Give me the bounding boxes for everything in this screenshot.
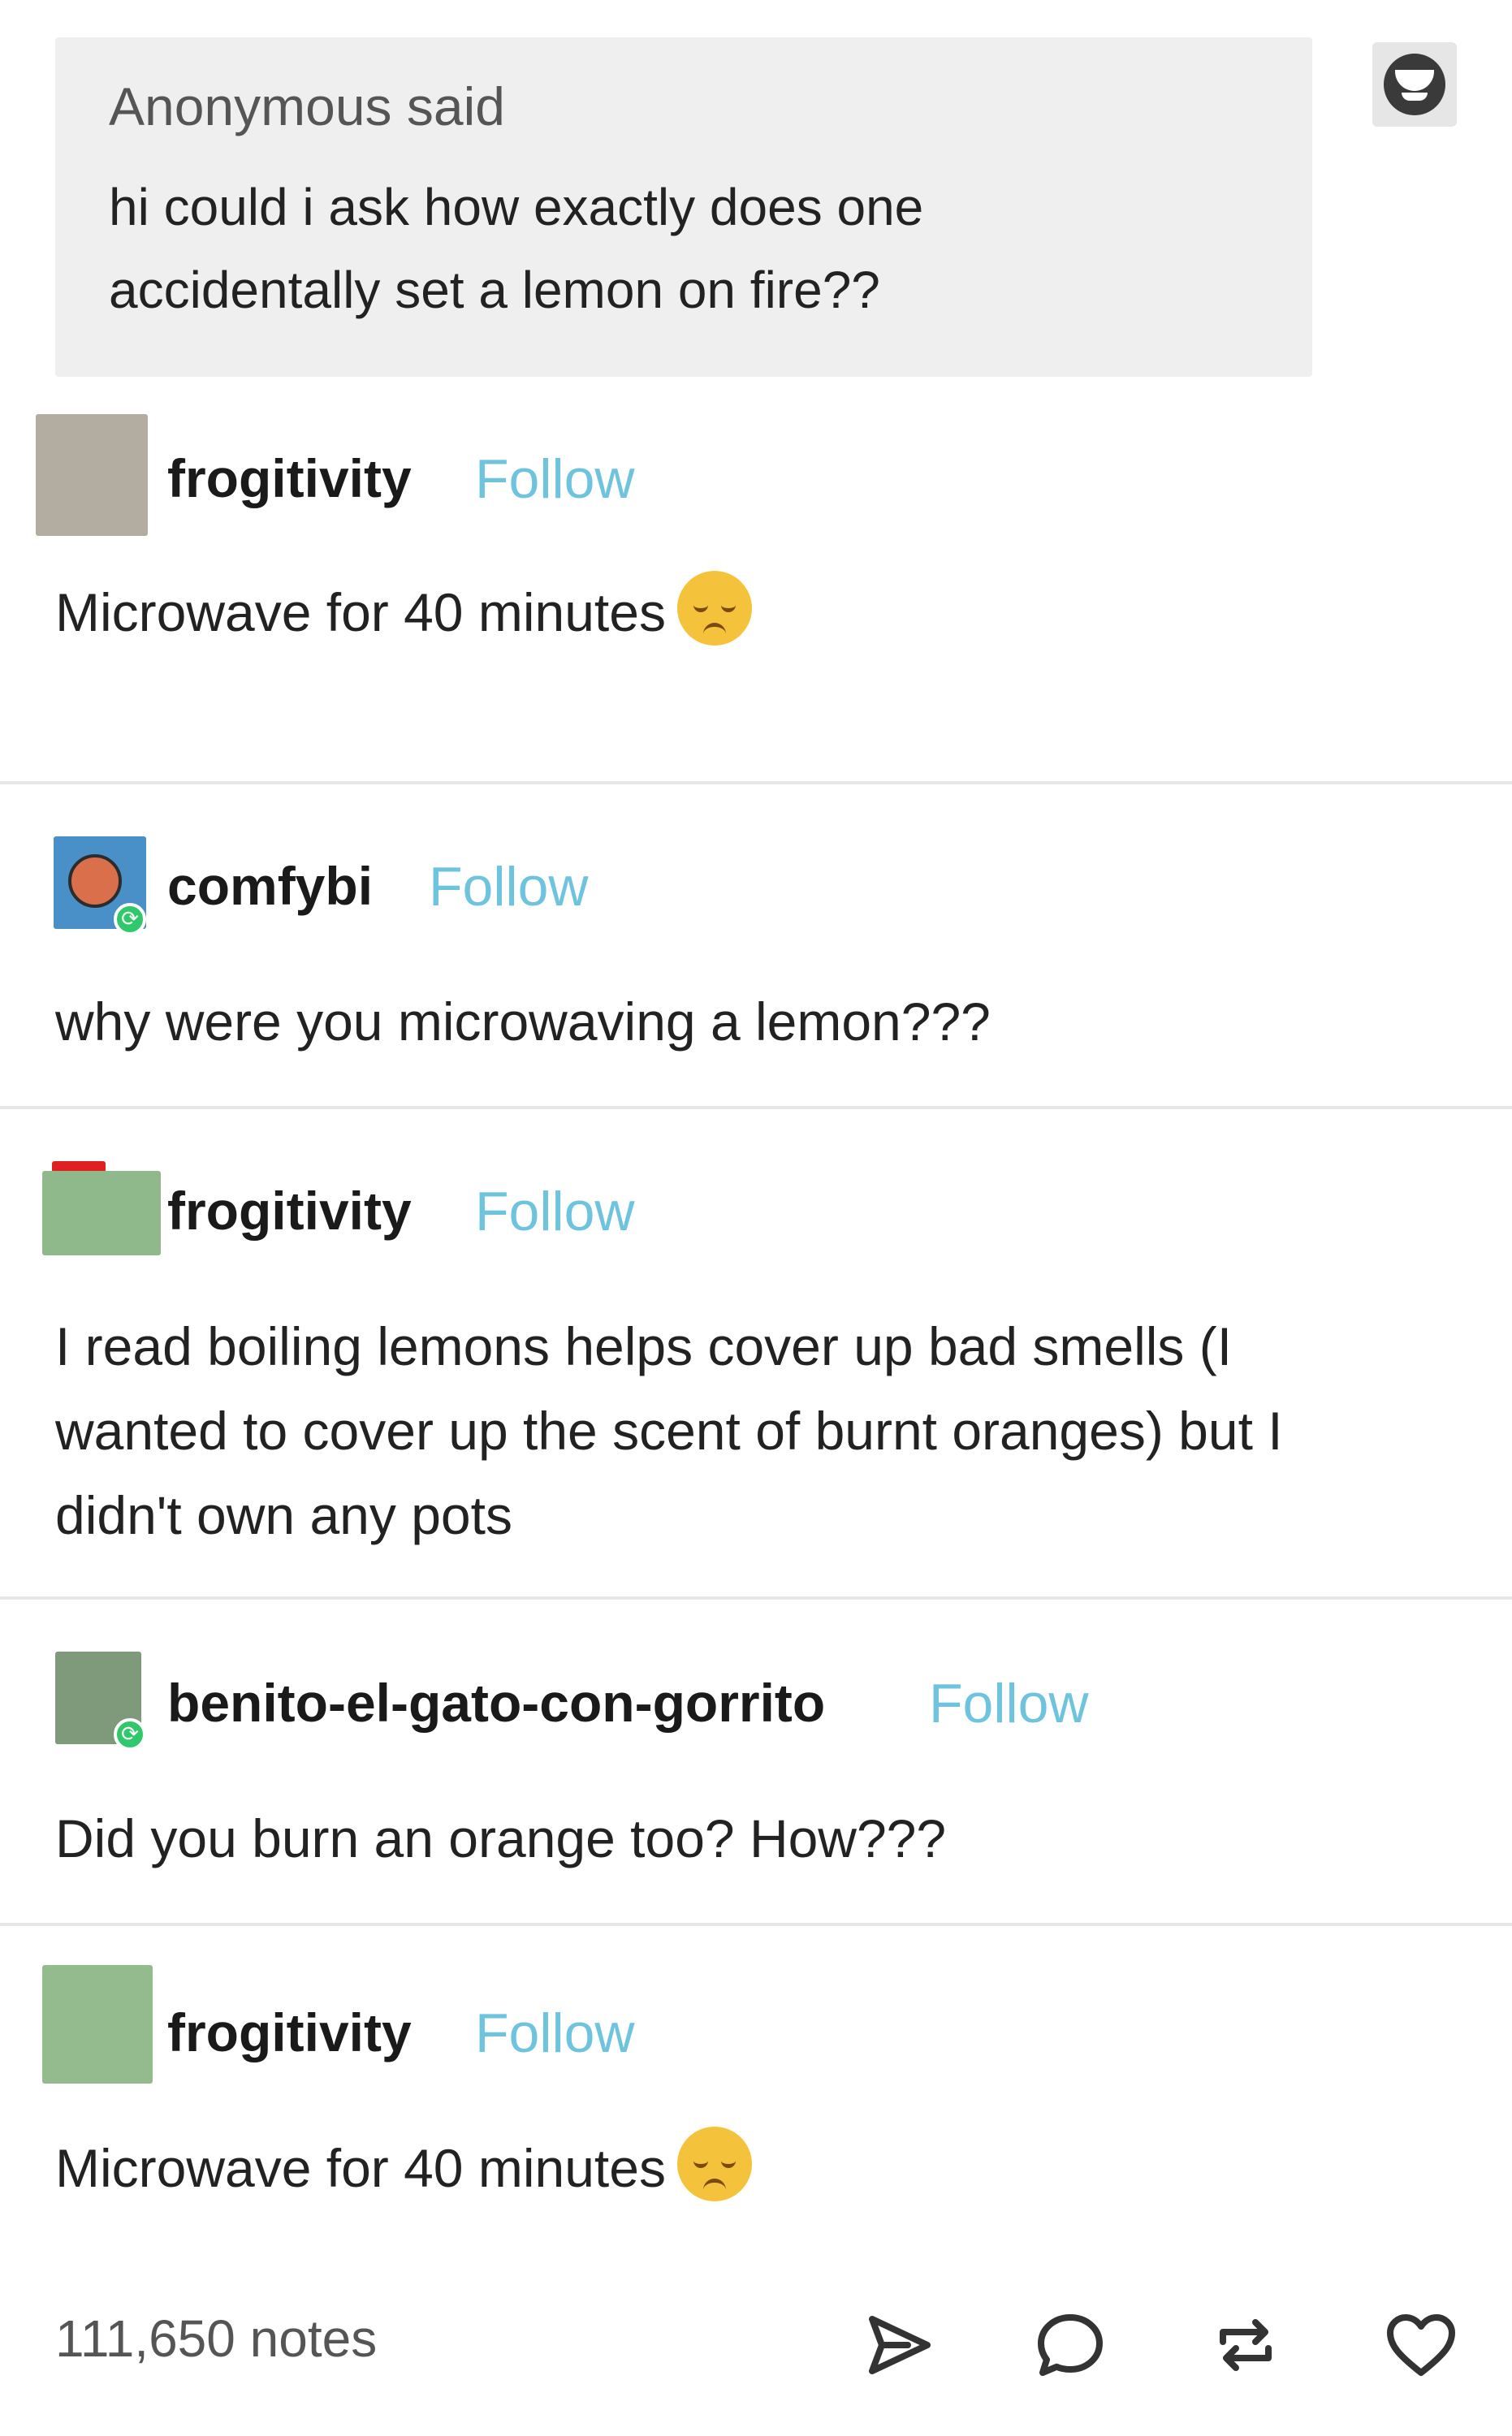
reblog-badge-icon — [114, 1718, 146, 1751]
reply-text-line: I read boiling lemons helps cover up bad… — [55, 1316, 1233, 1376]
reply-text: Microwave for 40 minutes — [55, 2126, 752, 2210]
follow-button[interactable]: Follow — [475, 2006, 635, 2061]
ask-box: Anonymous said hi could i ask how exactl… — [55, 37, 1312, 377]
username[interactable]: comfybi — [167, 859, 373, 913]
avatar-image — [68, 854, 122, 908]
follow-button[interactable]: Follow — [429, 859, 589, 914]
username[interactable]: benito-el-gato-con-gorrito — [167, 1676, 825, 1730]
ask-author: Anonymous — [109, 76, 392, 136]
username[interactable]: frogitivity — [167, 451, 412, 505]
ask-author-line: Anonymous said — [109, 80, 1312, 133]
reply-text: Microwave for 40 minutes — [55, 570, 752, 654]
avatar[interactable] — [42, 1965, 153, 2084]
ask-question-line: accidentally set a lemon on fire?? — [109, 261, 880, 319]
follow-button[interactable]: Follow — [475, 451, 635, 507]
follow-button[interactable]: Follow — [929, 1676, 1089, 1731]
like-icon[interactable] — [1382, 2306, 1460, 2384]
avatar[interactable] — [36, 414, 148, 536]
post-footer: 111,650 notes — [0, 2282, 1512, 2395]
reblog-badge-icon — [114, 903, 146, 935]
ask-said: said — [406, 76, 505, 136]
reply-text-line: why were you microwaving a lemon??? — [55, 991, 991, 1052]
divider — [0, 1596, 1512, 1600]
notes-count[interactable]: 111,650 notes — [55, 2313, 377, 2365]
reply-text-line: Microwave for 40 minutes — [55, 2138, 666, 2198]
reply-text-line: Did you burn an orange too? How??? — [55, 1808, 947, 1868]
username[interactable]: frogitivity — [167, 2006, 412, 2059]
anonymous-face-icon — [1384, 54, 1445, 115]
follow-button[interactable]: Follow — [475, 1184, 635, 1239]
reply-text-line: Microwave for 40 minutes — [55, 582, 666, 642]
share-icon[interactable] — [859, 2306, 937, 2384]
username[interactable]: frogitivity — [167, 1184, 412, 1237]
divider — [0, 781, 1512, 784]
reply-text-line: didn't own any pots — [55, 1485, 512, 1545]
ask-question: hi could i ask how exactly does one acci… — [109, 166, 1312, 331]
pensive-face-icon — [676, 2127, 752, 2201]
reblog-icon[interactable] — [1207, 2306, 1285, 2384]
ask-question-line: hi could i ask how exactly does one — [109, 178, 924, 236]
avatar[interactable] — [42, 1171, 161, 1255]
divider — [0, 1106, 1512, 1109]
reply-text: why were you microwaving a lemon??? — [55, 979, 991, 1064]
reply-text: Did you burn an orange too? How??? — [55, 1796, 946, 1881]
reply-text-line: wanted to cover up the scent of burnt or… — [55, 1401, 1283, 1461]
anonymous-avatar[interactable] — [1372, 42, 1457, 127]
reply-text: I read boiling lemons helps cover up bad… — [55, 1304, 1283, 1557]
divider — [0, 1923, 1512, 1926]
pensive-face-icon — [676, 571, 752, 646]
reply-icon[interactable] — [1031, 2306, 1109, 2384]
